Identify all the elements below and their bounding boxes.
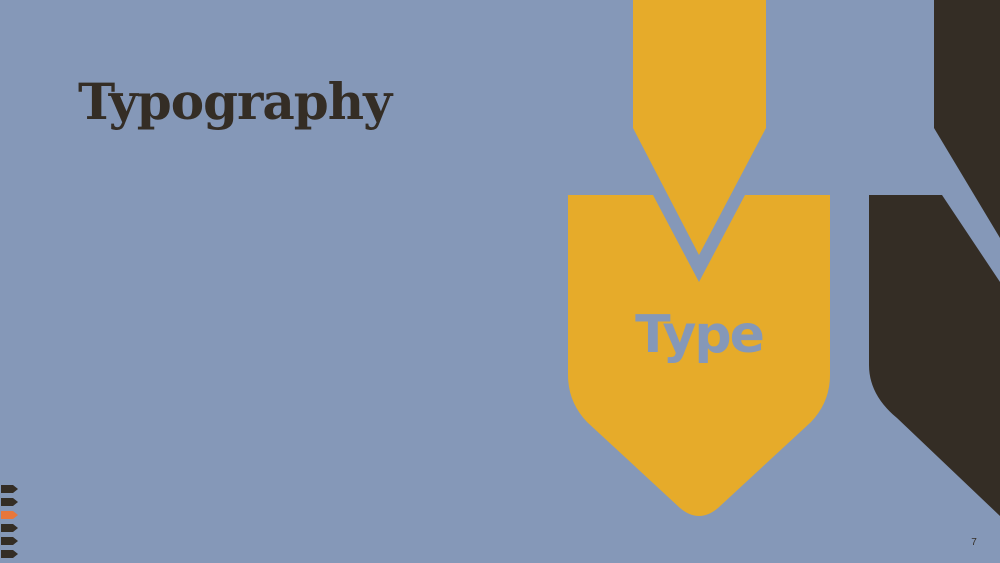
nav-marker-current-icon[interactable]	[1, 511, 18, 519]
slide-navigation	[1, 485, 18, 558]
slide-canvas: Typography Type 7	[0, 0, 1000, 563]
nav-marker-icon[interactable]	[1, 498, 18, 506]
nav-marker-icon[interactable]	[1, 524, 18, 532]
slide-title: Typography	[78, 72, 392, 131]
shape-label: Type	[635, 305, 765, 365]
nav-marker-icon[interactable]	[1, 485, 18, 493]
nav-marker-icon[interactable]	[1, 550, 18, 558]
nav-marker-icon[interactable]	[1, 537, 18, 545]
page-number: 7	[971, 537, 977, 548]
